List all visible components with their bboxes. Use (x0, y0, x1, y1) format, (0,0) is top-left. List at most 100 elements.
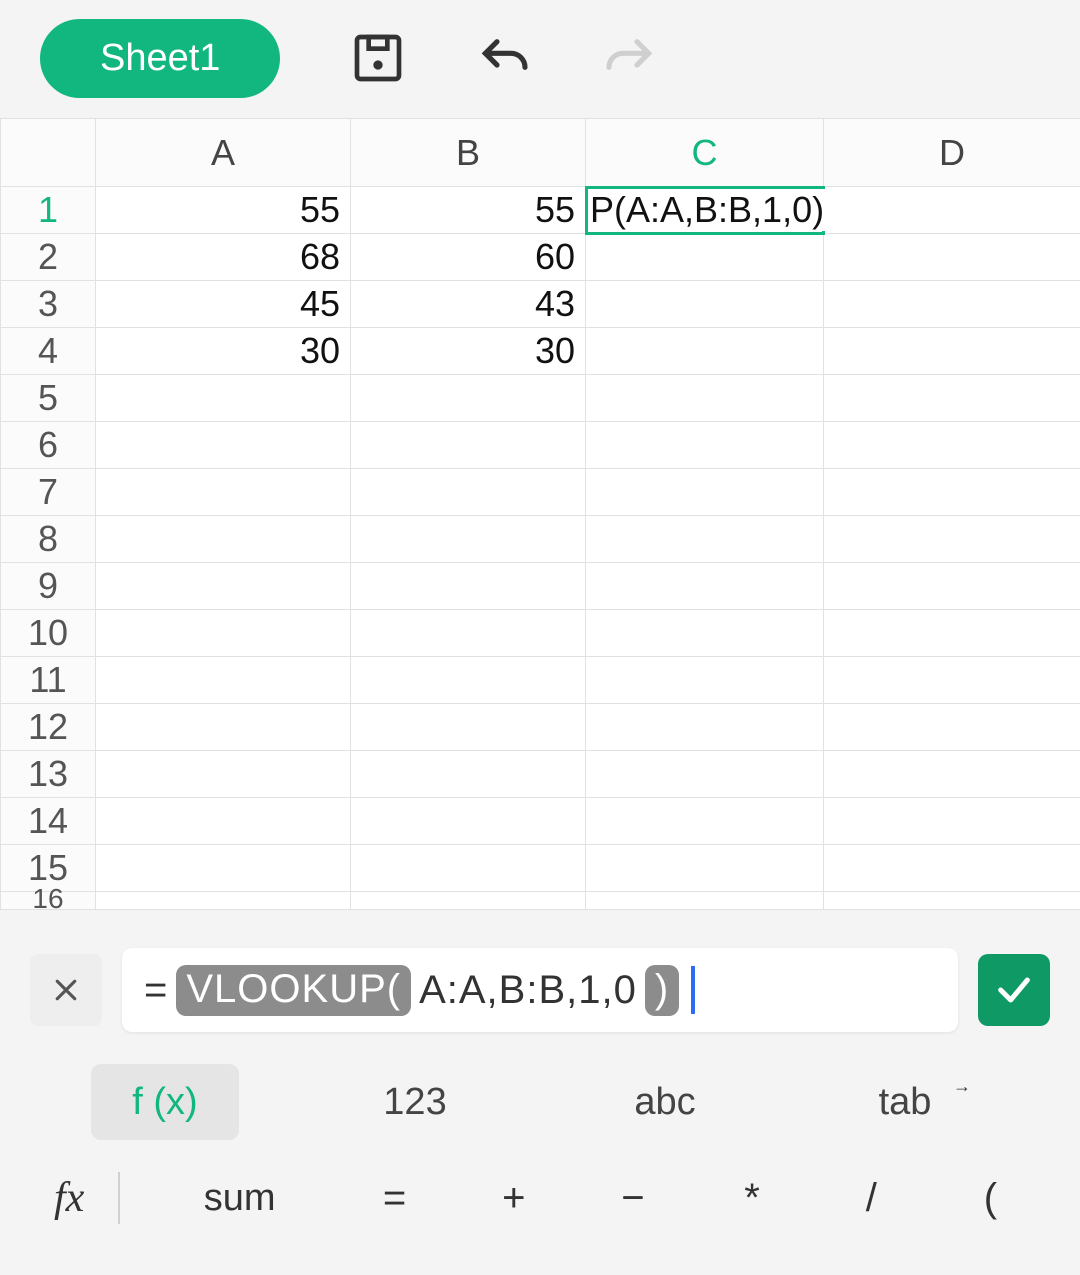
row-header[interactable]: 6 (1, 422, 96, 469)
cell[interactable] (824, 657, 1080, 704)
col-header-A[interactable]: A (96, 119, 351, 187)
cell[interactable] (96, 469, 351, 516)
cell[interactable] (824, 751, 1080, 798)
cell[interactable] (586, 234, 824, 281)
corner-cell[interactable] (1, 119, 96, 187)
cell[interactable]: 43 (351, 281, 586, 328)
cell[interactable] (586, 422, 824, 469)
cell[interactable] (824, 281, 1080, 328)
cell[interactable] (96, 751, 351, 798)
cell[interactable] (824, 234, 1080, 281)
cell[interactable] (351, 892, 586, 910)
cell[interactable] (351, 845, 586, 892)
cell[interactable]: 68 (96, 234, 351, 281)
cell[interactable] (586, 610, 824, 657)
key-sum[interactable]: sum (144, 1177, 335, 1220)
confirm-button[interactable] (978, 954, 1050, 1026)
cell[interactable] (824, 845, 1080, 892)
row-header[interactable]: 8 (1, 516, 96, 563)
kb-tab-tab[interactable]: tab → (841, 1064, 989, 1140)
cell[interactable] (96, 563, 351, 610)
cell[interactable] (824, 704, 1080, 751)
cell[interactable] (351, 610, 586, 657)
cell[interactable] (351, 704, 586, 751)
sheet-tab[interactable]: Sheet1 (40, 19, 280, 98)
spreadsheet-grid[interactable]: A B C D 1 55 55 P(A:A,B:B,1,0) 2 68 60 3… (0, 116, 1080, 910)
cell[interactable] (824, 375, 1080, 422)
cell[interactable] (586, 516, 824, 563)
cell[interactable] (351, 469, 586, 516)
kb-tab-num[interactable]: 123 (341, 1064, 489, 1140)
kb-tab-fx[interactable]: f (x) (91, 1064, 239, 1140)
row-header[interactable]: 13 (1, 751, 96, 798)
cell[interactable] (586, 469, 824, 516)
cell[interactable] (351, 798, 586, 845)
cell[interactable] (824, 563, 1080, 610)
cell[interactable] (586, 751, 824, 798)
cell[interactable] (351, 563, 586, 610)
key-paren-open[interactable]: ( (931, 1176, 1050, 1221)
undo-icon[interactable] (476, 30, 532, 86)
cell[interactable] (586, 375, 824, 422)
fx-button[interactable]: fx (30, 1174, 108, 1222)
key-multiply[interactable]: * (693, 1176, 812, 1221)
cell-B1[interactable]: 55 (351, 187, 586, 234)
cell[interactable] (96, 657, 351, 704)
redo-icon[interactable] (602, 30, 658, 86)
cell[interactable] (586, 798, 824, 845)
cell[interactable] (96, 516, 351, 563)
cell-D1[interactable] (824, 187, 1080, 234)
row-header[interactable]: 3 (1, 281, 96, 328)
cancel-button[interactable] (30, 954, 102, 1026)
cell[interactable] (96, 422, 351, 469)
row-header[interactable]: 5 (1, 375, 96, 422)
cell[interactable] (586, 892, 824, 910)
col-header-B[interactable]: B (351, 119, 586, 187)
row-header[interactable]: 9 (1, 563, 96, 610)
cell[interactable] (351, 422, 586, 469)
cell-C1-selected[interactable]: P(A:A,B:B,1,0) (586, 187, 824, 234)
cell[interactable] (824, 798, 1080, 845)
row-header[interactable]: 12 (1, 704, 96, 751)
row-header[interactable]: 11 (1, 657, 96, 704)
cell[interactable]: 30 (96, 328, 351, 375)
cell[interactable] (586, 845, 824, 892)
cell[interactable] (586, 704, 824, 751)
formula-input[interactable]: = VLOOKUP( A:A,B:B,1,0 ) (122, 948, 958, 1032)
cell[interactable] (586, 657, 824, 704)
key-divide[interactable]: / (812, 1176, 931, 1221)
row-header[interactable]: 2 (1, 234, 96, 281)
cell[interactable]: 60 (351, 234, 586, 281)
cell[interactable]: 30 (351, 328, 586, 375)
key-equals[interactable]: = (335, 1176, 454, 1221)
row-header[interactable]: 14 (1, 798, 96, 845)
key-minus[interactable]: − (573, 1176, 692, 1221)
row-header[interactable]: 10 (1, 610, 96, 657)
row-header[interactable]: 16 (1, 892, 96, 910)
save-icon[interactable] (350, 30, 406, 86)
cell[interactable] (824, 422, 1080, 469)
cell[interactable] (96, 610, 351, 657)
cell[interactable] (586, 328, 824, 375)
kb-tab-abc[interactable]: abc (591, 1064, 739, 1140)
cell[interactable] (824, 328, 1080, 375)
cell-A1[interactable]: 55 (96, 187, 351, 234)
cell[interactable] (586, 563, 824, 610)
cell[interactable] (96, 375, 351, 422)
cell[interactable] (824, 892, 1080, 910)
cell[interactable] (824, 469, 1080, 516)
cell[interactable] (96, 704, 351, 751)
cell[interactable] (351, 375, 586, 422)
cell[interactable] (586, 281, 824, 328)
cell[interactable]: 45 (96, 281, 351, 328)
cell[interactable] (96, 845, 351, 892)
cell[interactable] (351, 657, 586, 704)
row-header[interactable]: 1 (1, 187, 96, 234)
cell[interactable] (824, 610, 1080, 657)
cell[interactable] (351, 751, 586, 798)
col-header-D[interactable]: D (824, 119, 1080, 187)
col-header-C[interactable]: C (586, 119, 824, 187)
cell[interactable] (96, 892, 351, 910)
cell[interactable] (824, 516, 1080, 563)
cell[interactable] (351, 516, 586, 563)
